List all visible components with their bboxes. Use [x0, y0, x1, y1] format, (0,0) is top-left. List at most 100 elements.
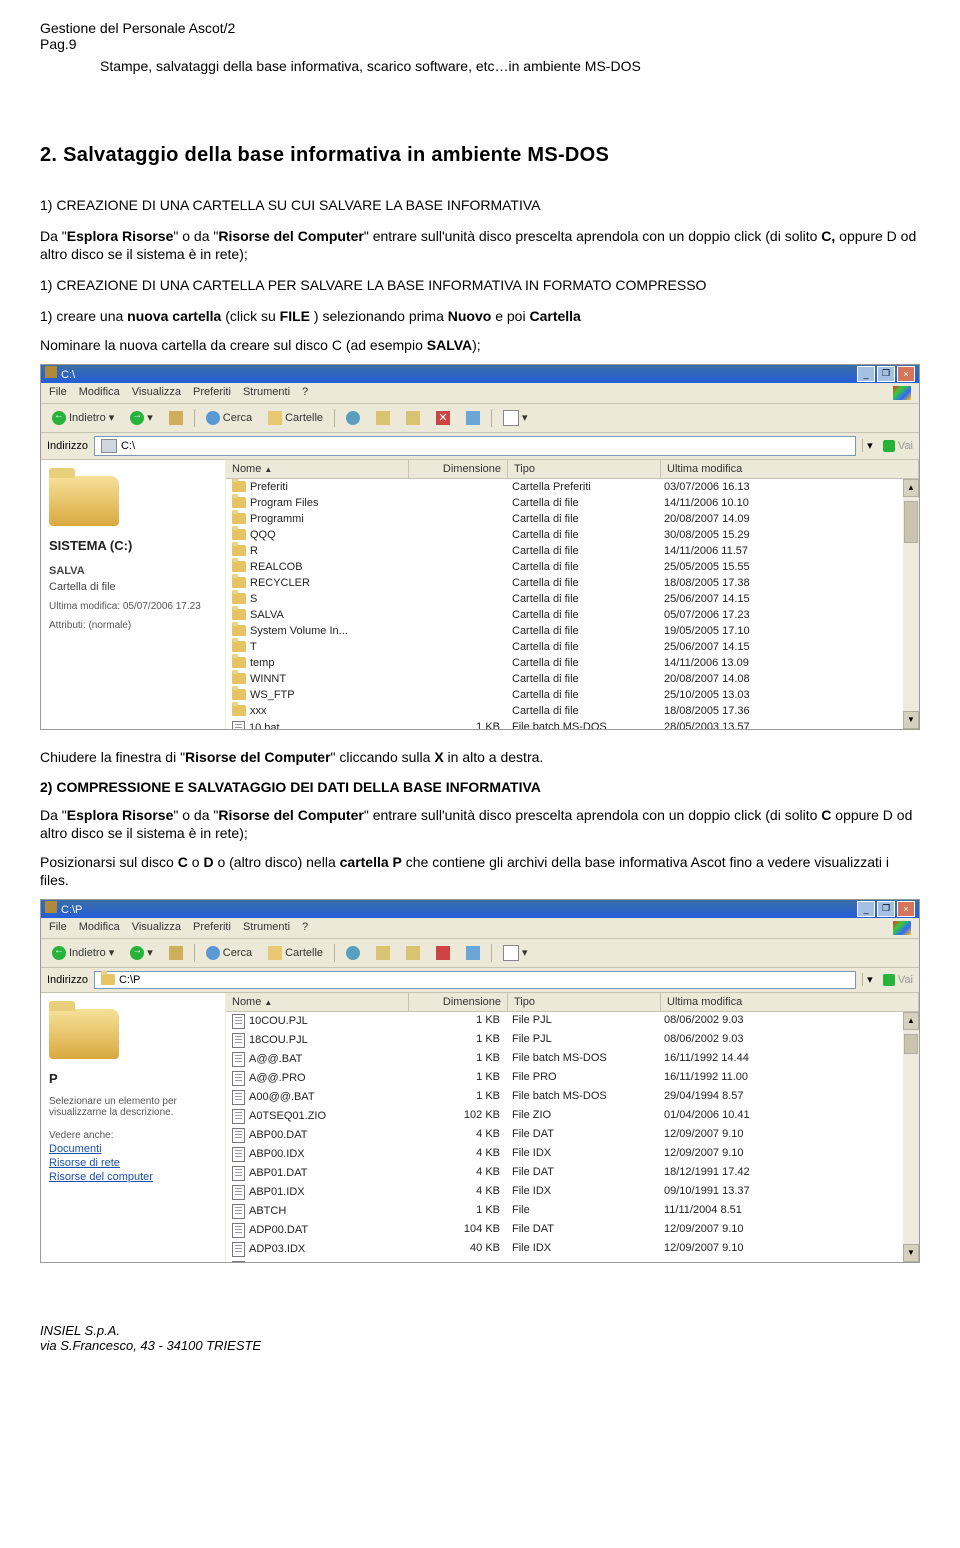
- views-button[interactable]: ▾: [498, 407, 533, 429]
- table-row[interactable]: WINNTCartella di file20/08/2007 14.08: [226, 671, 919, 687]
- table-row[interactable]: QQQCartella di file30/08/2005 15.29: [226, 527, 919, 543]
- table-row[interactable]: A00@@.BAT1 KBFile batch MS-DOS29/04/1994…: [226, 1088, 919, 1107]
- table-row[interactable]: PreferitiCartella Preferiti03/07/2006 16…: [226, 479, 919, 495]
- table-row[interactable]: ADP00.DAT104 KBFile DAT12/09/2007 9.10: [226, 1221, 919, 1240]
- menu-edit[interactable]: Modifica: [79, 921, 120, 935]
- menu-view[interactable]: Visualizza: [132, 921, 181, 935]
- address-dropdown[interactable]: ▾: [862, 439, 877, 452]
- table-row[interactable]: ABP01.IDX4 KBFile IDX09/10/1991 13.37: [226, 1183, 919, 1202]
- copy-button[interactable]: [401, 408, 425, 428]
- minimize-button[interactable]: _: [857, 366, 875, 382]
- menu-favorites[interactable]: Preferiti: [193, 921, 231, 935]
- search-button[interactable]: Cerca: [201, 408, 257, 428]
- menu-tools[interactable]: Strumenti: [243, 921, 290, 935]
- list-body[interactable]: 10COU.PJL1 KBFile PJL08/06/2002 9.0318CO…: [226, 1012, 919, 1262]
- delete-button[interactable]: ✕: [431, 408, 455, 428]
- search-button[interactable]: Cerca: [201, 943, 257, 963]
- address-dropdown[interactable]: ▾: [862, 973, 877, 986]
- copy-button[interactable]: [401, 943, 425, 963]
- views-button[interactable]: ▾: [498, 942, 533, 964]
- menu-file[interactable]: File: [49, 386, 67, 400]
- list-body[interactable]: PreferitiCartella Preferiti03/07/2006 16…: [226, 479, 919, 729]
- folders-button[interactable]: Cartelle: [263, 408, 328, 428]
- vertical-scrollbar[interactable]: ▲ ▼: [903, 1012, 919, 1262]
- scroll-down-button[interactable]: ▼: [903, 711, 919, 729]
- titlebar[interactable]: C:\P _ ❐ ×: [41, 900, 919, 918]
- maximize-button[interactable]: ❐: [877, 901, 895, 917]
- menu-tools[interactable]: Strumenti: [243, 386, 290, 400]
- menu-favorites[interactable]: Preferiti: [193, 386, 231, 400]
- up-button[interactable]: [164, 943, 188, 963]
- table-row[interactable]: ABP00.DAT4 KBFile DAT12/09/2007 9.10: [226, 1126, 919, 1145]
- table-row[interactable]: RECYCLERCartella di file18/08/2005 17.38: [226, 575, 919, 591]
- table-row[interactable]: SCartella di file25/06/2007 14.15: [226, 591, 919, 607]
- table-row[interactable]: ProgrammiCartella di file20/08/2007 14.0…: [226, 511, 919, 527]
- menu-help[interactable]: ?: [302, 921, 308, 935]
- col-type[interactable]: Tipo: [508, 460, 661, 478]
- col-size[interactable]: Dimensione: [409, 993, 508, 1011]
- scroll-thumb[interactable]: [904, 1034, 918, 1054]
- history-button[interactable]: [341, 943, 365, 963]
- scroll-track[interactable]: [903, 1030, 919, 1244]
- table-row[interactable]: RCartella di file14/11/2006 11.57: [226, 543, 919, 559]
- table-row[interactable]: ADP03.IDX40 KBFile IDX12/09/2007 9.10: [226, 1240, 919, 1259]
- table-row[interactable]: WS_FTPCartella di file25/10/2005 13.03: [226, 687, 919, 703]
- scroll-track[interactable]: [903, 497, 919, 711]
- scroll-thumb[interactable]: [904, 501, 918, 543]
- table-row[interactable]: ABTCH1 KBFile11/11/2004 8.51: [226, 1202, 919, 1221]
- go-button[interactable]: Vai: [883, 440, 913, 452]
- menu-view[interactable]: Visualizza: [132, 386, 181, 400]
- scroll-up-button[interactable]: ▲: [903, 479, 919, 497]
- minimize-button[interactable]: _: [857, 901, 875, 917]
- link-documents[interactable]: Documenti: [49, 1143, 102, 1155]
- col-date[interactable]: Ultima modifica: [661, 993, 919, 1011]
- col-type[interactable]: Tipo: [508, 993, 661, 1011]
- address-field[interactable]: C:\P: [94, 971, 856, 989]
- move-button[interactable]: [371, 943, 395, 963]
- table-row[interactable]: A@@.BAT1 KBFile batch MS-DOS16/11/1992 1…: [226, 1050, 919, 1069]
- back-button[interactable]: Indietro ▾: [47, 943, 119, 963]
- undo-button[interactable]: [461, 943, 485, 963]
- back-button[interactable]: Indietro ▾: [47, 408, 119, 428]
- history-button[interactable]: [341, 408, 365, 428]
- undo-button[interactable]: [461, 408, 485, 428]
- delete-button[interactable]: [431, 943, 455, 963]
- table-row[interactable]: Program FilesCartella di file14/11/2006 …: [226, 495, 919, 511]
- close-button[interactable]: ×: [897, 901, 915, 917]
- table-row[interactable]: 10.bat1 KBFile batch MS-DOS28/05/2003 13…: [226, 719, 919, 729]
- go-button[interactable]: Vai: [883, 974, 913, 986]
- move-button[interactable]: [371, 408, 395, 428]
- scroll-up-button[interactable]: ▲: [903, 1012, 919, 1030]
- table-row[interactable]: A0TSEQ01.ZIO102 KBFile ZIO01/04/2006 10.…: [226, 1107, 919, 1126]
- col-name[interactable]: Nome ▲: [226, 993, 409, 1011]
- table-row[interactable]: ABP01.DAT4 KBFile DAT18/12/1991 17.42: [226, 1164, 919, 1183]
- forward-button[interactable]: ▾: [125, 943, 158, 963]
- table-row[interactable]: TCartella di file25/06/2007 14.15: [226, 639, 919, 655]
- menu-help[interactable]: ?: [302, 386, 308, 400]
- forward-button[interactable]: ▾: [125, 408, 158, 428]
- table-row[interactable]: AINIT.P1 KBFile P09/10/1991 12.09: [226, 1259, 919, 1262]
- col-name[interactable]: Nome ▲: [226, 460, 409, 478]
- maximize-button[interactable]: ❐: [877, 366, 895, 382]
- table-row[interactable]: 18COU.PJL1 KBFile PJL08/06/2002 9.03: [226, 1031, 919, 1050]
- table-row[interactable]: System Volume In...Cartella di file19/05…: [226, 623, 919, 639]
- close-button[interactable]: ×: [897, 366, 915, 382]
- table-row[interactable]: 10COU.PJL1 KBFile PJL08/06/2002 9.03: [226, 1012, 919, 1031]
- table-row[interactable]: REALCOBCartella di file25/05/2005 15.55: [226, 559, 919, 575]
- scroll-down-button[interactable]: ▼: [903, 1244, 919, 1262]
- table-row[interactable]: SALVACartella di file05/07/2006 17.23: [226, 607, 919, 623]
- table-row[interactable]: ABP00.IDX4 KBFile IDX12/09/2007 9.10: [226, 1145, 919, 1164]
- menu-edit[interactable]: Modifica: [79, 386, 120, 400]
- link-mycomputer[interactable]: Risorse del computer: [49, 1171, 153, 1183]
- menu-file[interactable]: File: [49, 921, 67, 935]
- table-row[interactable]: xxxCartella di file18/08/2005 17.36: [226, 703, 919, 719]
- link-network[interactable]: Risorse di rete: [49, 1157, 120, 1169]
- col-size[interactable]: Dimensione: [409, 460, 508, 478]
- up-button[interactable]: [164, 408, 188, 428]
- titlebar[interactable]: C:\ _ ❐ ×: [41, 365, 919, 383]
- address-field[interactable]: C:\: [94, 436, 856, 456]
- col-date[interactable]: Ultima modifica: [661, 460, 919, 478]
- folders-button[interactable]: Cartelle: [263, 943, 328, 963]
- vertical-scrollbar[interactable]: ▲ ▼: [903, 479, 919, 729]
- table-row[interactable]: A@@.PRO1 KBFile PRO16/11/1992 11.00: [226, 1069, 919, 1088]
